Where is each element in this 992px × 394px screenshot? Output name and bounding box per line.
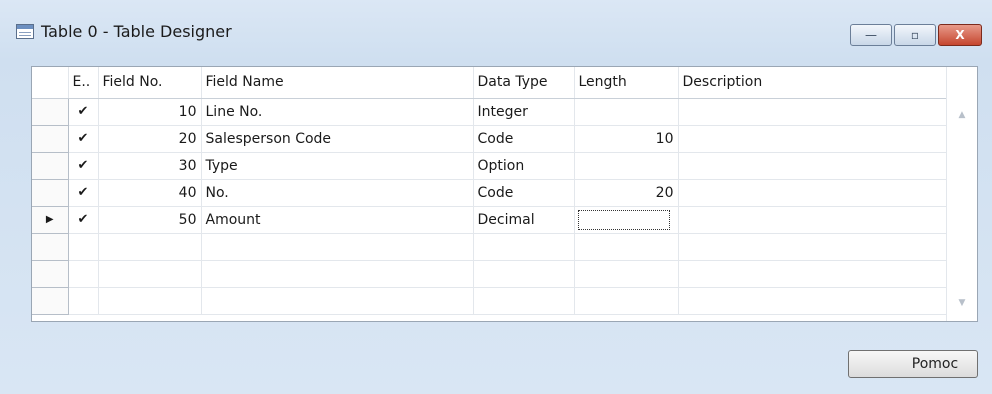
data-type-cell[interactable]: Option: [473, 152, 575, 180]
focus-rectangle: [577, 209, 670, 230]
check-icon[interactable]: ✔: [68, 206, 99, 234]
maximize-button[interactable]: ▫: [894, 24, 936, 46]
help-button[interactable]: Pomoc: [848, 350, 978, 378]
data-type-cell[interactable]: Code: [473, 179, 575, 207]
column-header-data-type[interactable]: Data Type: [473, 67, 575, 99]
field-name-cell[interactable]: Amount: [201, 206, 474, 234]
description-cell[interactable]: [678, 179, 947, 207]
table-row-current[interactable]: ▶ ✔ 50 Amount Decimal: [32, 206, 947, 234]
field-name-cell[interactable]: Line No.: [201, 98, 474, 126]
check-icon[interactable]: ✔: [68, 98, 99, 126]
table-row[interactable]: ✔ 40 No. Code 20: [32, 179, 947, 207]
field-name-cell[interactable]: No.: [201, 179, 474, 207]
maximize-icon: ▫: [910, 28, 920, 42]
close-icon: X: [955, 28, 965, 42]
data-type-cell[interactable]: Decimal: [473, 206, 575, 234]
scroll-down-icon[interactable]: ▼: [947, 293, 977, 313]
row-selector[interactable]: [32, 98, 69, 126]
field-no-cell[interactable]: 30: [98, 152, 202, 180]
row-selector[interactable]: [32, 287, 69, 315]
column-header-field-name[interactable]: Field Name: [201, 67, 474, 99]
description-cell[interactable]: [678, 125, 947, 153]
row-selector[interactable]: [32, 125, 69, 153]
field-no-cell[interactable]: 50: [98, 206, 202, 234]
length-cell[interactable]: 10: [574, 125, 679, 153]
description-cell[interactable]: [678, 98, 947, 126]
empty-row[interactable]: [32, 233, 947, 261]
column-header-field-no[interactable]: Field No.: [98, 67, 202, 99]
field-no-cell[interactable]: 40: [98, 179, 202, 207]
window-title: Table 0 - Table Designer: [41, 22, 232, 41]
row-selector[interactable]: [32, 179, 69, 207]
length-cell[interactable]: 20: [574, 179, 679, 207]
table-row[interactable]: ✔ 30 Type Option: [32, 152, 947, 180]
field-no-cell[interactable]: 10: [98, 98, 202, 126]
field-name-cell[interactable]: Type: [201, 152, 474, 180]
column-header-description[interactable]: Description: [678, 67, 947, 99]
title-bar[interactable]: Table 0 - Table Designer — ▫ X: [0, 0, 992, 66]
row-selector[interactable]: [32, 233, 69, 261]
close-button[interactable]: X: [938, 24, 982, 46]
field-no-cell[interactable]: 20: [98, 125, 202, 153]
table-row[interactable]: ✔ 20 Salesperson Code Code 10: [32, 125, 947, 153]
check-icon[interactable]: ✔: [68, 125, 99, 153]
empty-row[interactable]: [32, 287, 947, 315]
description-cell[interactable]: [678, 206, 947, 234]
row-selector[interactable]: [32, 260, 69, 288]
current-row-arrow-icon[interactable]: ▶: [32, 206, 69, 234]
length-cell[interactable]: [574, 98, 679, 126]
column-header-selector: [32, 67, 69, 99]
column-header-enabled[interactable]: E..: [68, 67, 99, 99]
table-designer-window: Table 0 - Table Designer — ▫ X E.. Field…: [0, 0, 992, 394]
empty-row[interactable]: [32, 260, 947, 288]
description-cell[interactable]: [678, 152, 947, 180]
fields-grid[interactable]: E.. Field No. Field Name Data Type Lengt…: [31, 66, 978, 322]
scroll-up-icon[interactable]: ▲: [947, 105, 977, 125]
header-row: E.. Field No. Field Name Data Type Lengt…: [32, 67, 947, 99]
field-name-cell[interactable]: Salesperson Code: [201, 125, 474, 153]
check-icon[interactable]: ✔: [68, 152, 99, 180]
length-cell-focused[interactable]: [574, 206, 679, 234]
fields-table: E.. Field No. Field Name Data Type Lengt…: [32, 67, 947, 315]
data-type-cell[interactable]: Integer: [473, 98, 575, 126]
data-type-cell[interactable]: Code: [473, 125, 575, 153]
minimize-icon: —: [865, 28, 877, 42]
vertical-scrollbar[interactable]: ▲ ▼: [946, 67, 977, 321]
minimize-button[interactable]: —: [850, 24, 892, 46]
column-header-length[interactable]: Length: [574, 67, 679, 99]
table-icon: [16, 24, 34, 39]
length-cell[interactable]: [574, 152, 679, 180]
table-row[interactable]: ✔ 10 Line No. Integer: [32, 98, 947, 126]
check-icon[interactable]: ✔: [68, 179, 99, 207]
window-controls: — ▫ X: [848, 24, 982, 46]
row-selector[interactable]: [32, 152, 69, 180]
